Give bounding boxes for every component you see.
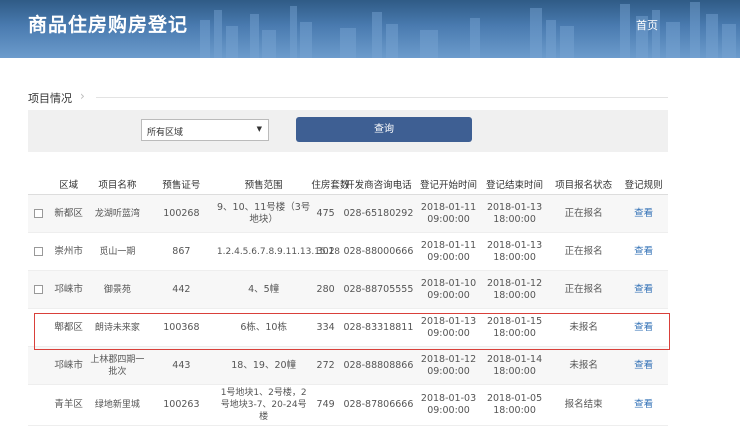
col-status: 项目报名状态	[548, 174, 620, 195]
row-checkbox[interactable]	[33, 208, 43, 218]
col-rule: 登记规则	[619, 174, 668, 195]
project-name-cell: 觅山一期	[88, 232, 146, 271]
district-select-value: 所有区域	[147, 128, 184, 138]
range-cell: 18、19、20幢	[216, 346, 311, 385]
phone-cell: 028-88705555	[340, 270, 417, 309]
col-units: 住房套数	[310, 174, 349, 195]
district-select[interactable]: 所有区域 ▼	[141, 119, 269, 141]
section-divider	[96, 97, 668, 98]
col-phone: 开发商咨询电话	[340, 174, 417, 195]
header-banner: 商品住房购房登记 首页	[0, 0, 740, 58]
project-name-cell: 御景苑	[88, 270, 146, 309]
row-checkbox-cell[interactable]	[28, 194, 49, 233]
caret-down-icon: ▼	[256, 125, 262, 133]
end-time-cell: 2018-01-14 18:00:00	[481, 346, 549, 385]
page-title: 商品住房购房登记	[28, 14, 189, 36]
cert-cell: 100263	[145, 384, 217, 426]
status-cell: 正在报名	[548, 270, 620, 309]
table-row: 崇州市 觅山一期 867 1.2.4.5.6.7.8.9.11.13.15.18…	[28, 232, 668, 271]
project-name-cell: 绿地新里城	[88, 384, 146, 426]
end-time-cell: 2018-01-12 18:00:00	[481, 270, 549, 309]
col-range: 预售范围	[216, 174, 311, 195]
status-cell: 未报名	[548, 346, 620, 385]
home-link[interactable]: 首页	[636, 17, 658, 33]
cert-cell: 442	[145, 270, 217, 309]
table-row: 邛崃市 上林郡四期一批次 443 18、19、20幢 272 028-88808…	[28, 346, 668, 385]
units-cell: 475	[310, 194, 341, 233]
row-checkbox-cell[interactable]	[28, 270, 49, 309]
range-cell: 9、10、11号楼（3号地块）	[216, 194, 311, 233]
col-name: 项目名称	[88, 174, 146, 195]
units-cell: 272	[310, 346, 341, 385]
view-rule-link[interactable]: 查看	[619, 384, 668, 426]
phone-cell: 028-88808866	[340, 346, 417, 385]
highlight-box	[34, 313, 670, 350]
status-cell: 正在报名	[548, 194, 620, 233]
phone-cell: 028-87806666	[340, 384, 417, 426]
col-end: 登记结束时间	[481, 174, 549, 195]
project-name-cell: 上林郡四期一批次	[88, 346, 146, 385]
row-checkbox[interactable]	[33, 284, 43, 294]
end-time-cell: 2018-01-13 18:00:00	[481, 194, 549, 233]
view-rule-link[interactable]: 查看	[619, 194, 668, 233]
chevron-right-icon: ›	[80, 89, 85, 103]
district-cell: 新都区	[48, 194, 89, 233]
row-checkbox-cell	[28, 384, 49, 426]
start-time-cell: 2018-01-11 09:00:00	[416, 232, 482, 271]
range-cell: 4、5幢	[216, 270, 311, 309]
start-time-cell: 2018-01-10 09:00:00	[416, 270, 482, 309]
phone-cell: 028-88000666	[340, 232, 417, 271]
start-time-cell: 2018-01-12 09:00:00	[416, 346, 482, 385]
view-rule-link[interactable]: 查看	[619, 270, 668, 309]
range-cell: 1.2.4.5.6.7.8.9.11.13.15.18	[216, 232, 340, 271]
table-row: 新都区 龙湖听蓝湾 100268 9、10、11号楼（3号地块） 475 028…	[28, 194, 668, 233]
row-checkbox-cell	[28, 346, 49, 385]
start-time-cell: 2018-01-11 09:00:00	[416, 194, 482, 233]
district-cell: 青羊区	[48, 384, 89, 426]
table-header-row: 区域 项目名称 预售证号 预售范围 住房套数 开发商咨询电话 登记开始时间 登记…	[28, 174, 668, 195]
view-rule-link[interactable]: 查看	[619, 232, 668, 271]
range-cell: 1号地块1、2号楼，2号地块3-7、20-24号楼	[216, 384, 311, 426]
section-title: 项目情况	[28, 92, 72, 105]
project-name-cell: 龙湖听蓝湾	[88, 194, 146, 233]
cert-cell: 867	[145, 232, 217, 271]
filter-bar: 所有区域 ▼ 查询	[28, 110, 668, 152]
units-cell: 749	[310, 384, 341, 426]
start-time-cell: 2018-01-03 09:00:00	[416, 384, 482, 426]
col-start: 登记开始时间	[416, 174, 482, 195]
district-cell: 崇州市	[48, 232, 89, 271]
view-rule-link[interactable]: 查看	[619, 346, 668, 385]
row-checkbox[interactable]	[33, 246, 43, 256]
row-checkbox-cell[interactable]	[28, 232, 49, 271]
query-button[interactable]: 查询	[296, 117, 472, 142]
status-cell: 报名结束	[548, 384, 620, 426]
phone-cell: 028-65180292	[340, 194, 417, 233]
status-cell: 正在报名	[548, 232, 620, 271]
district-cell: 邛崃市	[48, 346, 89, 385]
table-row: 邛崃市 御景苑 442 4、5幢 280 028-88705555 2018-0…	[28, 270, 668, 309]
table-row: 青羊区 绿地新里城 100263 1号地块1、2号楼，2号地块3-7、20-24…	[28, 384, 668, 426]
end-time-cell: 2018-01-13 18:00:00	[481, 232, 549, 271]
cert-cell: 443	[145, 346, 217, 385]
col-cert: 预售证号	[145, 174, 217, 195]
col-checkbox	[28, 174, 49, 195]
cert-cell: 100268	[145, 194, 217, 233]
district-cell: 邛崃市	[48, 270, 89, 309]
project-table: 区域 项目名称 预售证号 预售范围 住房套数 开发商咨询电话 登记开始时间 登记…	[28, 174, 668, 426]
units-cell: 280	[310, 270, 341, 309]
end-time-cell: 2018-01-05 18:00:00	[481, 384, 549, 426]
col-district: 区域	[48, 174, 89, 195]
